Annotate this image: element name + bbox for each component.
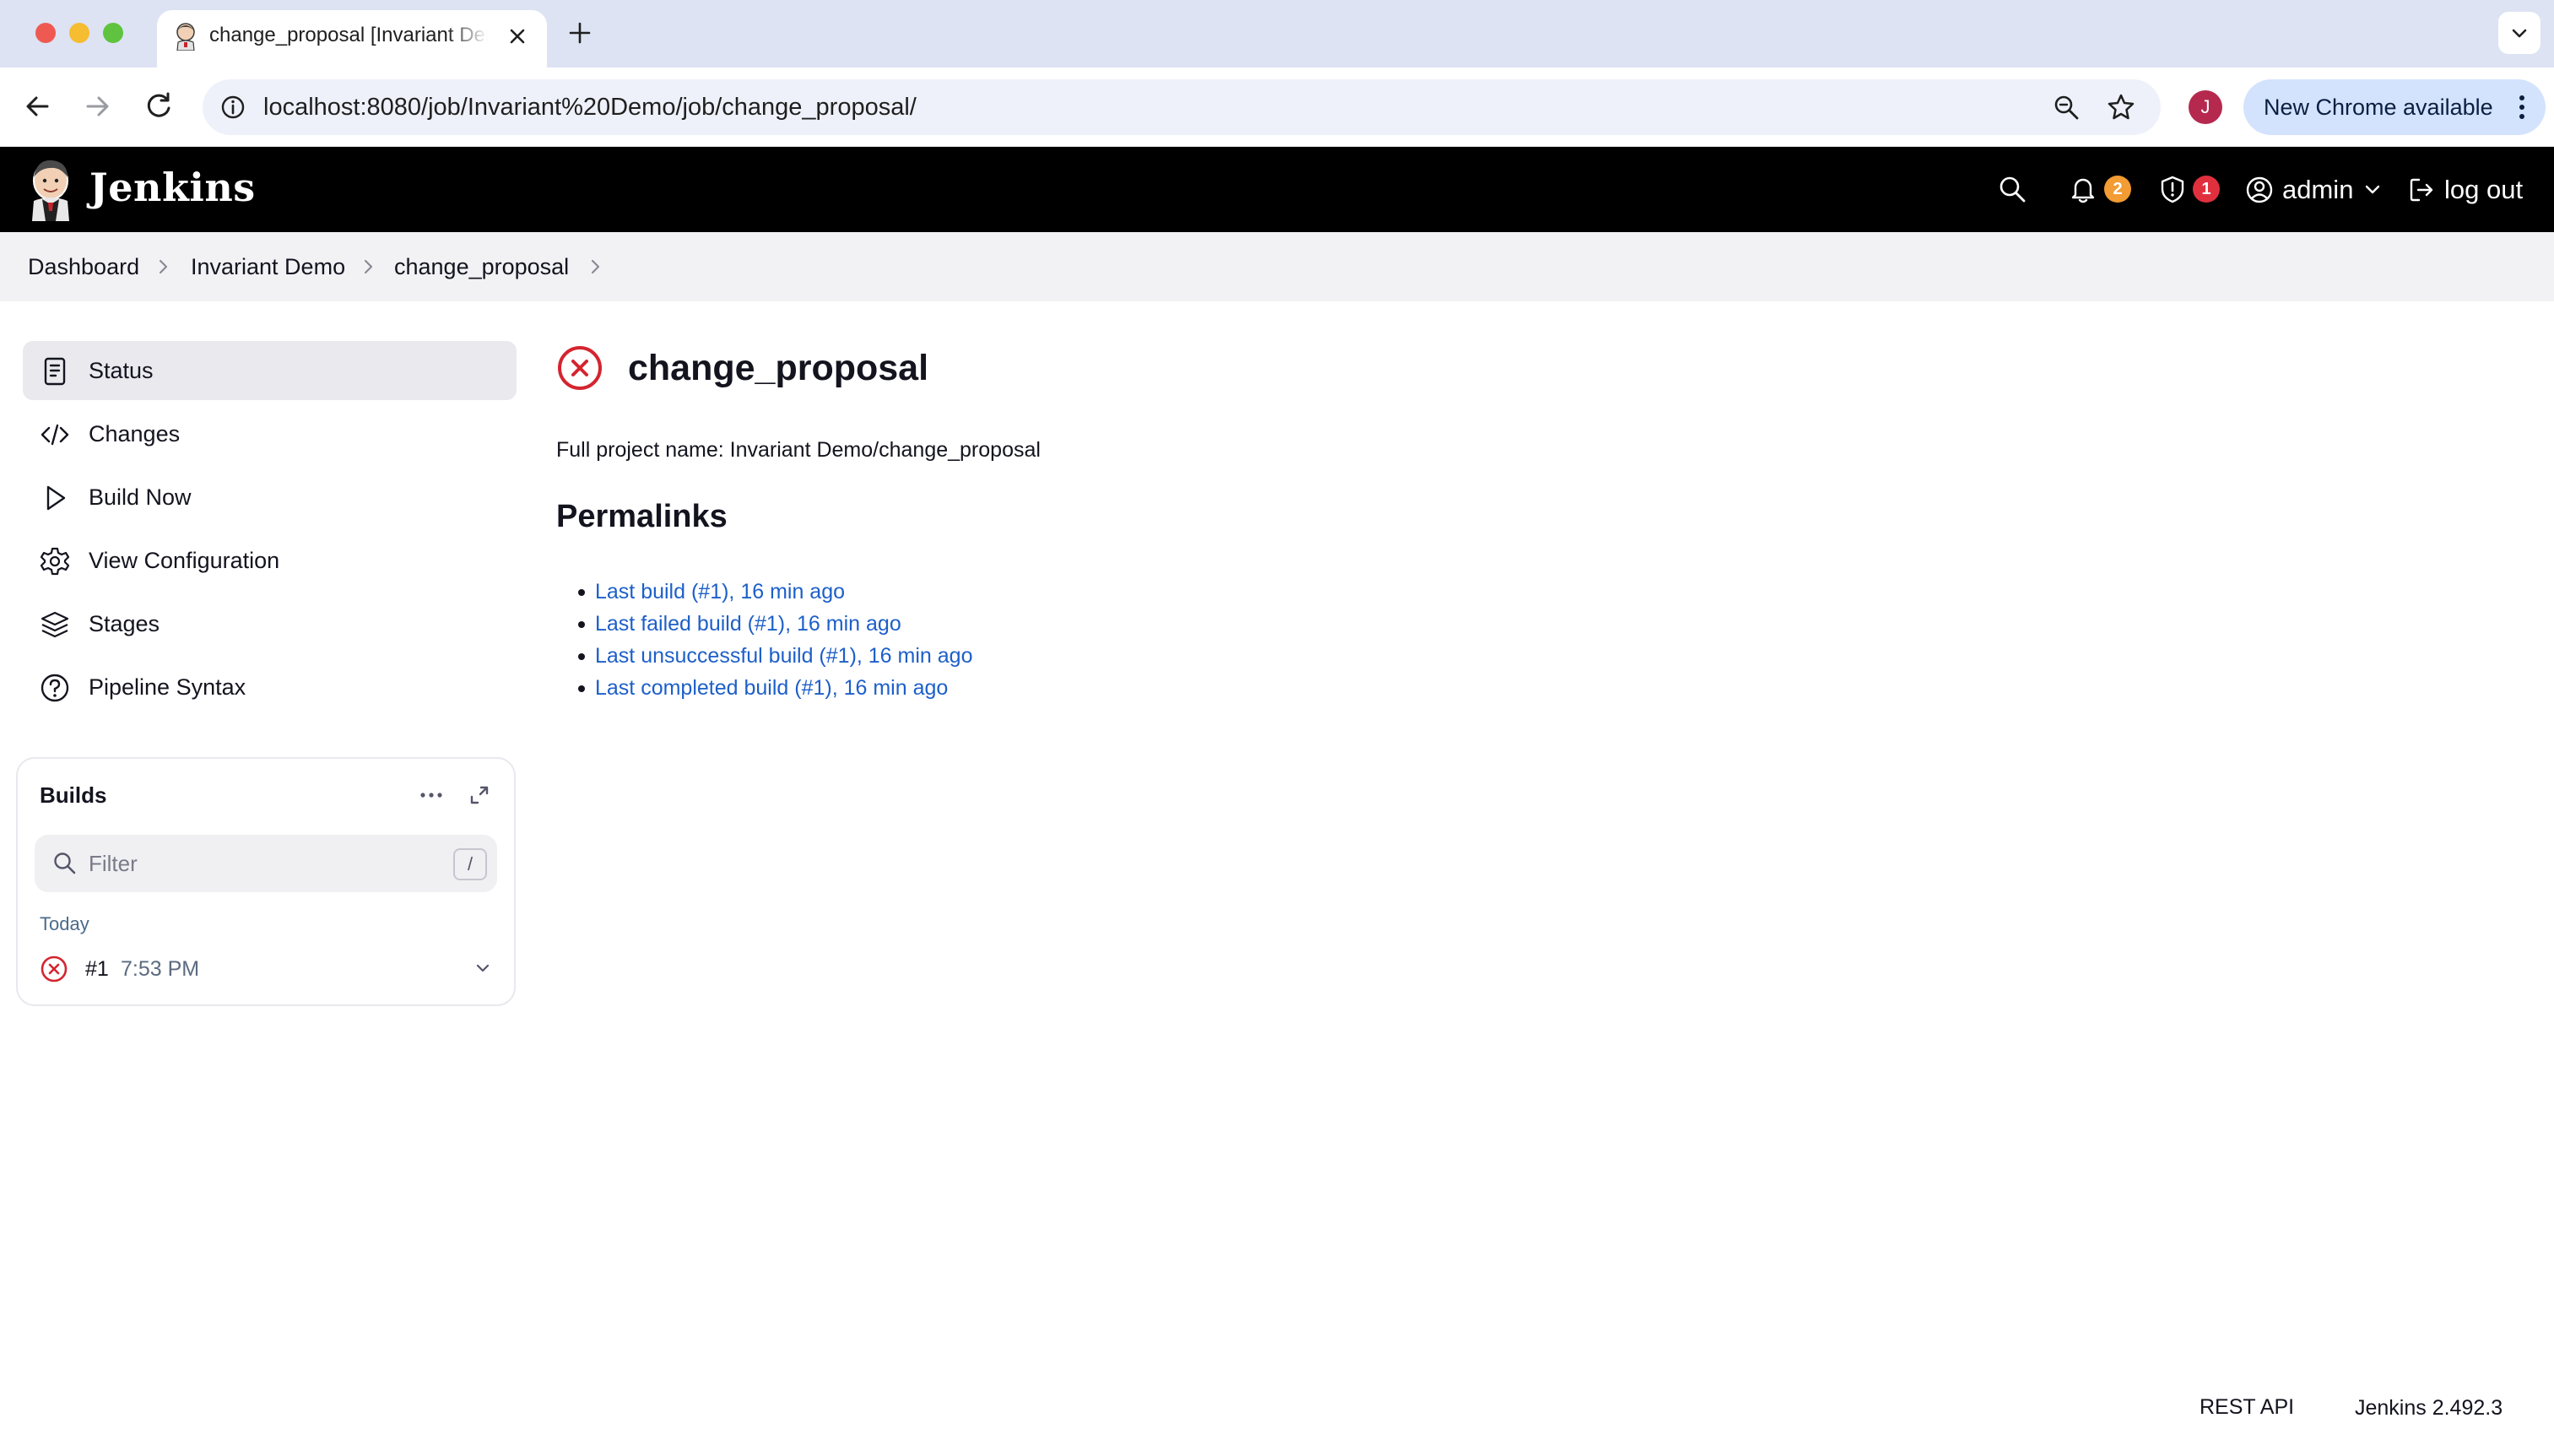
profile-avatar[interactable]: J <box>2189 90 2222 124</box>
layers-icon <box>41 611 69 638</box>
jenkins-header: Jenkins 2 1 admin log out <box>0 147 2554 232</box>
sidebar-item-label: Stages <box>89 611 160 636</box>
more-vertical-icon[interactable] <box>2507 91 2537 123</box>
window-close-button[interactable] <box>35 23 56 43</box>
forward-arrow-icon[interactable] <box>79 88 116 125</box>
sidebar-item-changes[interactable]: Changes <box>23 404 517 463</box>
address-bar[interactable]: localhost:8080/job/Invariant%20Demo/job/… <box>203 79 2161 135</box>
chrome-update-button[interactable]: New Chrome available <box>2243 79 2546 135</box>
expand-icon[interactable] <box>467 782 492 808</box>
sidebar-item-pipeline-syntax[interactable]: Pipeline Syntax <box>23 658 517 717</box>
sidebar-item-label: Pipeline Syntax <box>89 674 246 700</box>
sidebar-item-label: Changes <box>89 421 181 447</box>
notifications-bell-icon[interactable] <box>2068 174 2098 204</box>
breadcrumb: Dashboard Invariant Demo change_proposal <box>0 232 2554 301</box>
permalink-last-unsuccessful-build[interactable]: Last unsuccessful build (#1), 16 min ago <box>595 644 972 668</box>
jenkins-logo-icon[interactable] <box>27 157 74 221</box>
logout-icon <box>2410 178 2433 202</box>
sidebar-item-view-configuration[interactable]: View Configuration <box>23 531 517 590</box>
zoom-icon[interactable] <box>2051 92 2081 122</box>
search-icon <box>54 852 76 874</box>
close-icon[interactable] <box>506 25 528 47</box>
breadcrumb-dashboard[interactable]: Dashboard <box>28 252 139 282</box>
gear-icon <box>40 547 70 576</box>
window-minimize-button[interactable] <box>69 23 89 43</box>
breadcrumb-invariant-demo[interactable]: Invariant Demo <box>191 252 345 282</box>
help-icon <box>41 674 69 702</box>
user-menu[interactable]: admin <box>2245 172 2380 208</box>
builds-panel: Builds / Today #1 7:53 PM <box>16 757 516 1006</box>
security-badge[interactable]: 1 <box>2193 176 2220 203</box>
browser-tab-bar: change_proposal [Invariant Demo] [Jenkin… <box>0 0 2554 68</box>
reload-icon[interactable] <box>140 88 177 125</box>
more-horizontal-icon[interactable] <box>414 781 448 809</box>
page-title: change_proposal <box>628 348 929 388</box>
list-item: Last failed build (#1), 16 min ago <box>577 608 972 640</box>
sidebar-item-label: Build Now <box>89 484 192 510</box>
site-info-icon[interactable] <box>219 94 246 121</box>
play-icon <box>46 485 66 511</box>
sidebar-item-status[interactable]: Status <box>23 341 517 400</box>
search-icon[interactable] <box>1997 174 2027 204</box>
chevron-right-icon[interactable] <box>586 257 604 277</box>
tab-title: change_proposal [Invariant Demo] [Jenkin… <box>209 24 488 46</box>
sidebar-item-build-now[interactable]: Build Now <box>23 468 517 527</box>
tab-search-button[interactable] <box>2498 12 2540 54</box>
chevron-down-icon <box>2512 29 2527 38</box>
permalink-last-failed-build[interactable]: Last failed build (#1), 16 min ago <box>595 612 901 636</box>
security-shield-icon[interactable] <box>2157 174 2188 204</box>
permalink-last-completed-build[interactable]: Last completed build (#1), 16 min ago <box>595 676 948 700</box>
filter-shortcut-key: / <box>453 848 487 880</box>
builds-filter[interactable]: / <box>35 835 497 892</box>
permalinks-heading: Permalinks <box>556 499 728 534</box>
list-item: Last unsuccessful build (#1), 16 min ago <box>577 640 972 672</box>
permalink-last-build[interactable]: Last build (#1), 16 min ago <box>595 580 845 604</box>
rest-api-link[interactable]: REST API <box>2200 1393 2294 1421</box>
list-item: Last build (#1), 16 min ago <box>577 576 972 608</box>
builds-group-label: Today <box>40 913 89 934</box>
browser-toolbar: localhost:8080/job/Invariant%20Demo/job/… <box>0 68 2554 147</box>
jenkins-wordmark[interactable]: Jenkins <box>89 162 256 213</box>
code-icon <box>41 424 69 446</box>
logout-label: log out <box>2444 175 2524 204</box>
logout-link[interactable]: log out <box>2407 172 2542 208</box>
new-tab-plus-icon[interactable] <box>565 19 594 47</box>
failed-status-icon <box>558 346 602 390</box>
status-doc-icon <box>44 357 66 386</box>
filter-input[interactable] <box>89 847 426 880</box>
browser-tab-active[interactable]: change_proposal [Invariant Demo] [Jenkin… <box>157 10 547 68</box>
permalinks-list: Last build (#1), 16 min ago Last failed … <box>577 576 972 704</box>
jenkins-version-link[interactable]: Jenkins 2.492.3 <box>2355 1394 2503 1422</box>
chevron-down-icon <box>2365 185 2380 194</box>
breadcrumb-change-proposal[interactable]: change_proposal <box>394 252 569 282</box>
build-row[interactable]: #1 7:53 PM <box>24 945 507 992</box>
chevron-right-icon <box>159 259 168 274</box>
user-name: admin <box>2282 175 2354 204</box>
full-project-name: Full project name: Invariant Demo/change… <box>556 438 1041 462</box>
chevron-right-icon <box>364 259 373 274</box>
update-label: New Chrome available <box>2264 95 2493 120</box>
list-item: Last completed build (#1), 16 min ago <box>577 672 972 704</box>
notifications-badge[interactable]: 2 <box>2104 176 2131 203</box>
build-number[interactable]: #1 <box>85 955 109 983</box>
url-text[interactable]: localhost:8080/job/Invariant%20Demo/job/… <box>263 91 917 123</box>
chevron-down-icon[interactable] <box>473 960 492 977</box>
failed-status-icon <box>41 955 68 982</box>
user-avatar-icon <box>2246 176 2273 203</box>
jenkins-favicon-icon <box>176 23 195 51</box>
sidebar-item-label: View Configuration <box>89 548 280 573</box>
builds-title: Builds <box>40 782 107 808</box>
build-time: 7:53 PM <box>121 957 200 981</box>
sidebar-item-label: Status <box>89 358 154 383</box>
sidebar-item-stages[interactable]: Stages <box>23 594 517 653</box>
bookmark-star-icon[interactable] <box>2105 91 2137 123</box>
back-arrow-icon[interactable] <box>19 88 56 125</box>
window-maximize-button[interactable] <box>103 23 123 43</box>
